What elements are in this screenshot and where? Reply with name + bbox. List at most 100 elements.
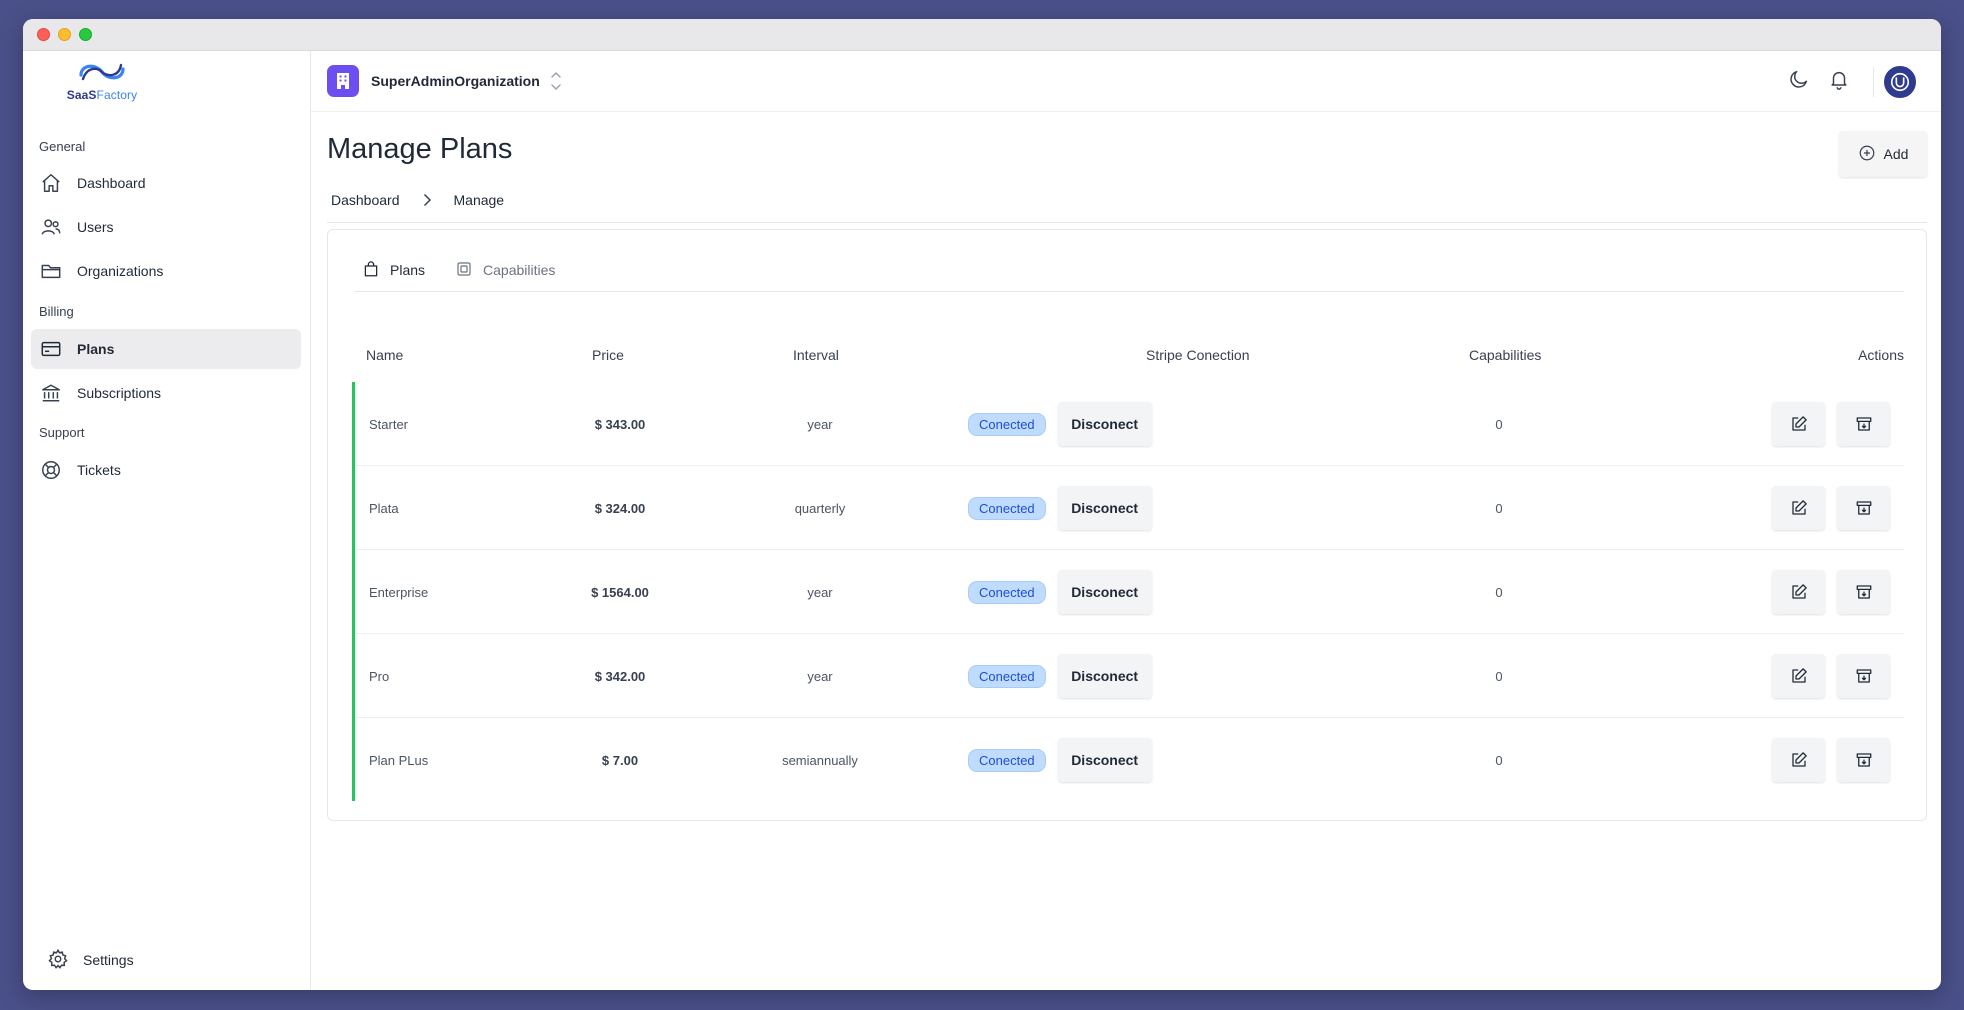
column-header-interval: Interval bbox=[793, 347, 839, 363]
row-actions bbox=[1772, 466, 1890, 550]
app-window: SaaSFactory General Dashboard Users Orga… bbox=[23, 19, 1941, 990]
tab-label: Plans bbox=[390, 262, 426, 278]
plan-interval: year bbox=[807, 416, 833, 432]
window-titlebar bbox=[23, 19, 1941, 51]
building-icon bbox=[327, 65, 359, 97]
plan-interval: year bbox=[807, 584, 833, 600]
credit-card-icon bbox=[39, 337, 63, 361]
bank-icon bbox=[39, 381, 63, 405]
table-row: Enterprise $ 1564.00 year Conected Disco… bbox=[355, 550, 1904, 634]
moon-icon bbox=[1788, 68, 1810, 95]
stripe-connection-cell: Conected Disconect bbox=[968, 550, 1152, 634]
shopping-bag-icon bbox=[362, 260, 380, 281]
sidebar-item-label: Tickets bbox=[77, 462, 121, 478]
close-window-button[interactable] bbox=[37, 28, 50, 41]
status-badge: Conected bbox=[968, 748, 1046, 772]
sidebar-item-subscriptions[interactable]: Subscriptions bbox=[31, 373, 301, 413]
edit-icon bbox=[1791, 668, 1807, 683]
archive-icon bbox=[1856, 501, 1871, 515]
dark-mode-toggle[interactable] bbox=[1779, 62, 1819, 102]
logo-mark-icon bbox=[79, 63, 125, 81]
archive-button[interactable] bbox=[1837, 402, 1890, 446]
folder-icon bbox=[39, 259, 63, 283]
edit-button[interactable] bbox=[1772, 486, 1825, 530]
row-actions bbox=[1772, 550, 1890, 634]
stripe-connection-cell: Conected Disconect bbox=[968, 718, 1152, 802]
sidebar: SaaSFactory General Dashboard Users Orga… bbox=[23, 51, 311, 990]
table-row: Starter $ 343.00 year Conected Disconect… bbox=[355, 382, 1904, 466]
stripe-connection-cell: Conected Disconect bbox=[968, 466, 1152, 550]
minimize-window-button[interactable] bbox=[58, 28, 71, 41]
plan-interval: year bbox=[807, 668, 833, 684]
archive-icon bbox=[1856, 417, 1871, 431]
archive-button[interactable] bbox=[1837, 486, 1890, 530]
disconnect-button[interactable]: Disconect bbox=[1057, 738, 1152, 782]
archive-button[interactable] bbox=[1837, 654, 1890, 698]
edit-button[interactable] bbox=[1772, 570, 1825, 614]
plan-capabilities-count: 0 bbox=[1495, 668, 1503, 684]
column-header-actions: Actions bbox=[1858, 347, 1904, 363]
edit-icon bbox=[1791, 752, 1807, 767]
users-icon bbox=[39, 215, 63, 239]
sidebar-item-plans[interactable]: Plans bbox=[31, 329, 301, 369]
page-title: Manage Plans bbox=[327, 133, 513, 165]
archive-button[interactable] bbox=[1837, 738, 1890, 782]
topbar-divider bbox=[1873, 66, 1874, 97]
disconnect-button[interactable]: Disconect bbox=[1057, 654, 1152, 698]
chip-icon bbox=[455, 260, 473, 281]
plan-name: Pro bbox=[369, 668, 390, 684]
status-badge: Conected bbox=[968, 496, 1046, 520]
disconnect-button[interactable]: Disconect bbox=[1057, 486, 1152, 530]
lifebuoy-icon bbox=[39, 458, 63, 482]
stripe-connection-cell: Conected Disconect bbox=[968, 382, 1152, 466]
edit-button[interactable] bbox=[1772, 654, 1825, 698]
disconnect-button[interactable]: Disconect bbox=[1057, 570, 1152, 614]
tab-capabilities[interactable]: Capabilities bbox=[455, 252, 555, 288]
chevron-updown-icon[interactable] bbox=[549, 61, 563, 106]
tab-plans[interactable]: Plans bbox=[362, 252, 425, 288]
breadcrumb-manage[interactable]: Manage bbox=[454, 192, 505, 208]
logo[interactable]: SaaSFactory bbox=[57, 59, 147, 109]
sidebar-item-users[interactable]: Users bbox=[31, 207, 301, 247]
disconnect-button[interactable]: Disconect bbox=[1057, 402, 1152, 446]
plan-price: $ 7.00 bbox=[601, 752, 639, 768]
edit-icon bbox=[1791, 584, 1807, 599]
edit-button[interactable] bbox=[1772, 738, 1825, 782]
breadcrumb: Dashboard Manage bbox=[331, 192, 504, 208]
plan-name: Starter bbox=[369, 416, 409, 432]
table-row: Plan PLus $ 7.00 semiannually Conected D… bbox=[355, 718, 1904, 801]
plan-price: $ 1564.00 bbox=[591, 584, 649, 600]
maximize-window-button[interactable] bbox=[79, 28, 92, 41]
archive-icon bbox=[1856, 585, 1871, 599]
breadcrumb-dashboard[interactable]: Dashboard bbox=[331, 192, 400, 208]
topbar: SuperAdminOrganization bbox=[311, 51, 1941, 112]
plan-capabilities-count: 0 bbox=[1495, 416, 1503, 432]
sidebar-item-organizations[interactable]: Organizations bbox=[31, 251, 301, 291]
bell-icon bbox=[1828, 68, 1850, 95]
column-header-stripe: Stripe Conection bbox=[1146, 347, 1250, 363]
column-header-price: Price bbox=[592, 347, 624, 363]
add-plan-button[interactable]: Add bbox=[1839, 131, 1927, 177]
main-content: SuperAdminOrganization Manage Plans Add … bbox=[311, 51, 1941, 990]
notifications-button[interactable] bbox=[1819, 62, 1859, 102]
plan-name: Enterprise bbox=[369, 584, 429, 600]
row-actions bbox=[1772, 634, 1890, 718]
tab-bar: Plans Capabilities bbox=[354, 252, 1904, 292]
sidebar-item-tickets[interactable]: Tickets bbox=[31, 450, 301, 490]
settings-button[interactable]: Settings bbox=[47, 940, 134, 980]
status-badge: Conected bbox=[968, 580, 1046, 604]
organization-switcher[interactable]: SuperAdminOrganization bbox=[327, 65, 540, 97]
archive-button[interactable] bbox=[1837, 570, 1890, 614]
gear-icon bbox=[47, 948, 69, 973]
section-label-billing: Billing bbox=[39, 304, 74, 319]
column-header-capabilities: Capabilities bbox=[1469, 347, 1542, 363]
plan-price: $ 342.00 bbox=[594, 668, 646, 684]
status-badge: Conected bbox=[968, 664, 1046, 688]
settings-label: Settings bbox=[83, 952, 134, 968]
edit-icon bbox=[1791, 416, 1807, 431]
plan-price: $ 343.00 bbox=[594, 416, 646, 432]
sidebar-item-dashboard[interactable]: Dashboard bbox=[31, 163, 301, 203]
edit-button[interactable] bbox=[1772, 402, 1825, 446]
archive-icon bbox=[1856, 669, 1871, 683]
avatar[interactable] bbox=[1884, 65, 1916, 98]
